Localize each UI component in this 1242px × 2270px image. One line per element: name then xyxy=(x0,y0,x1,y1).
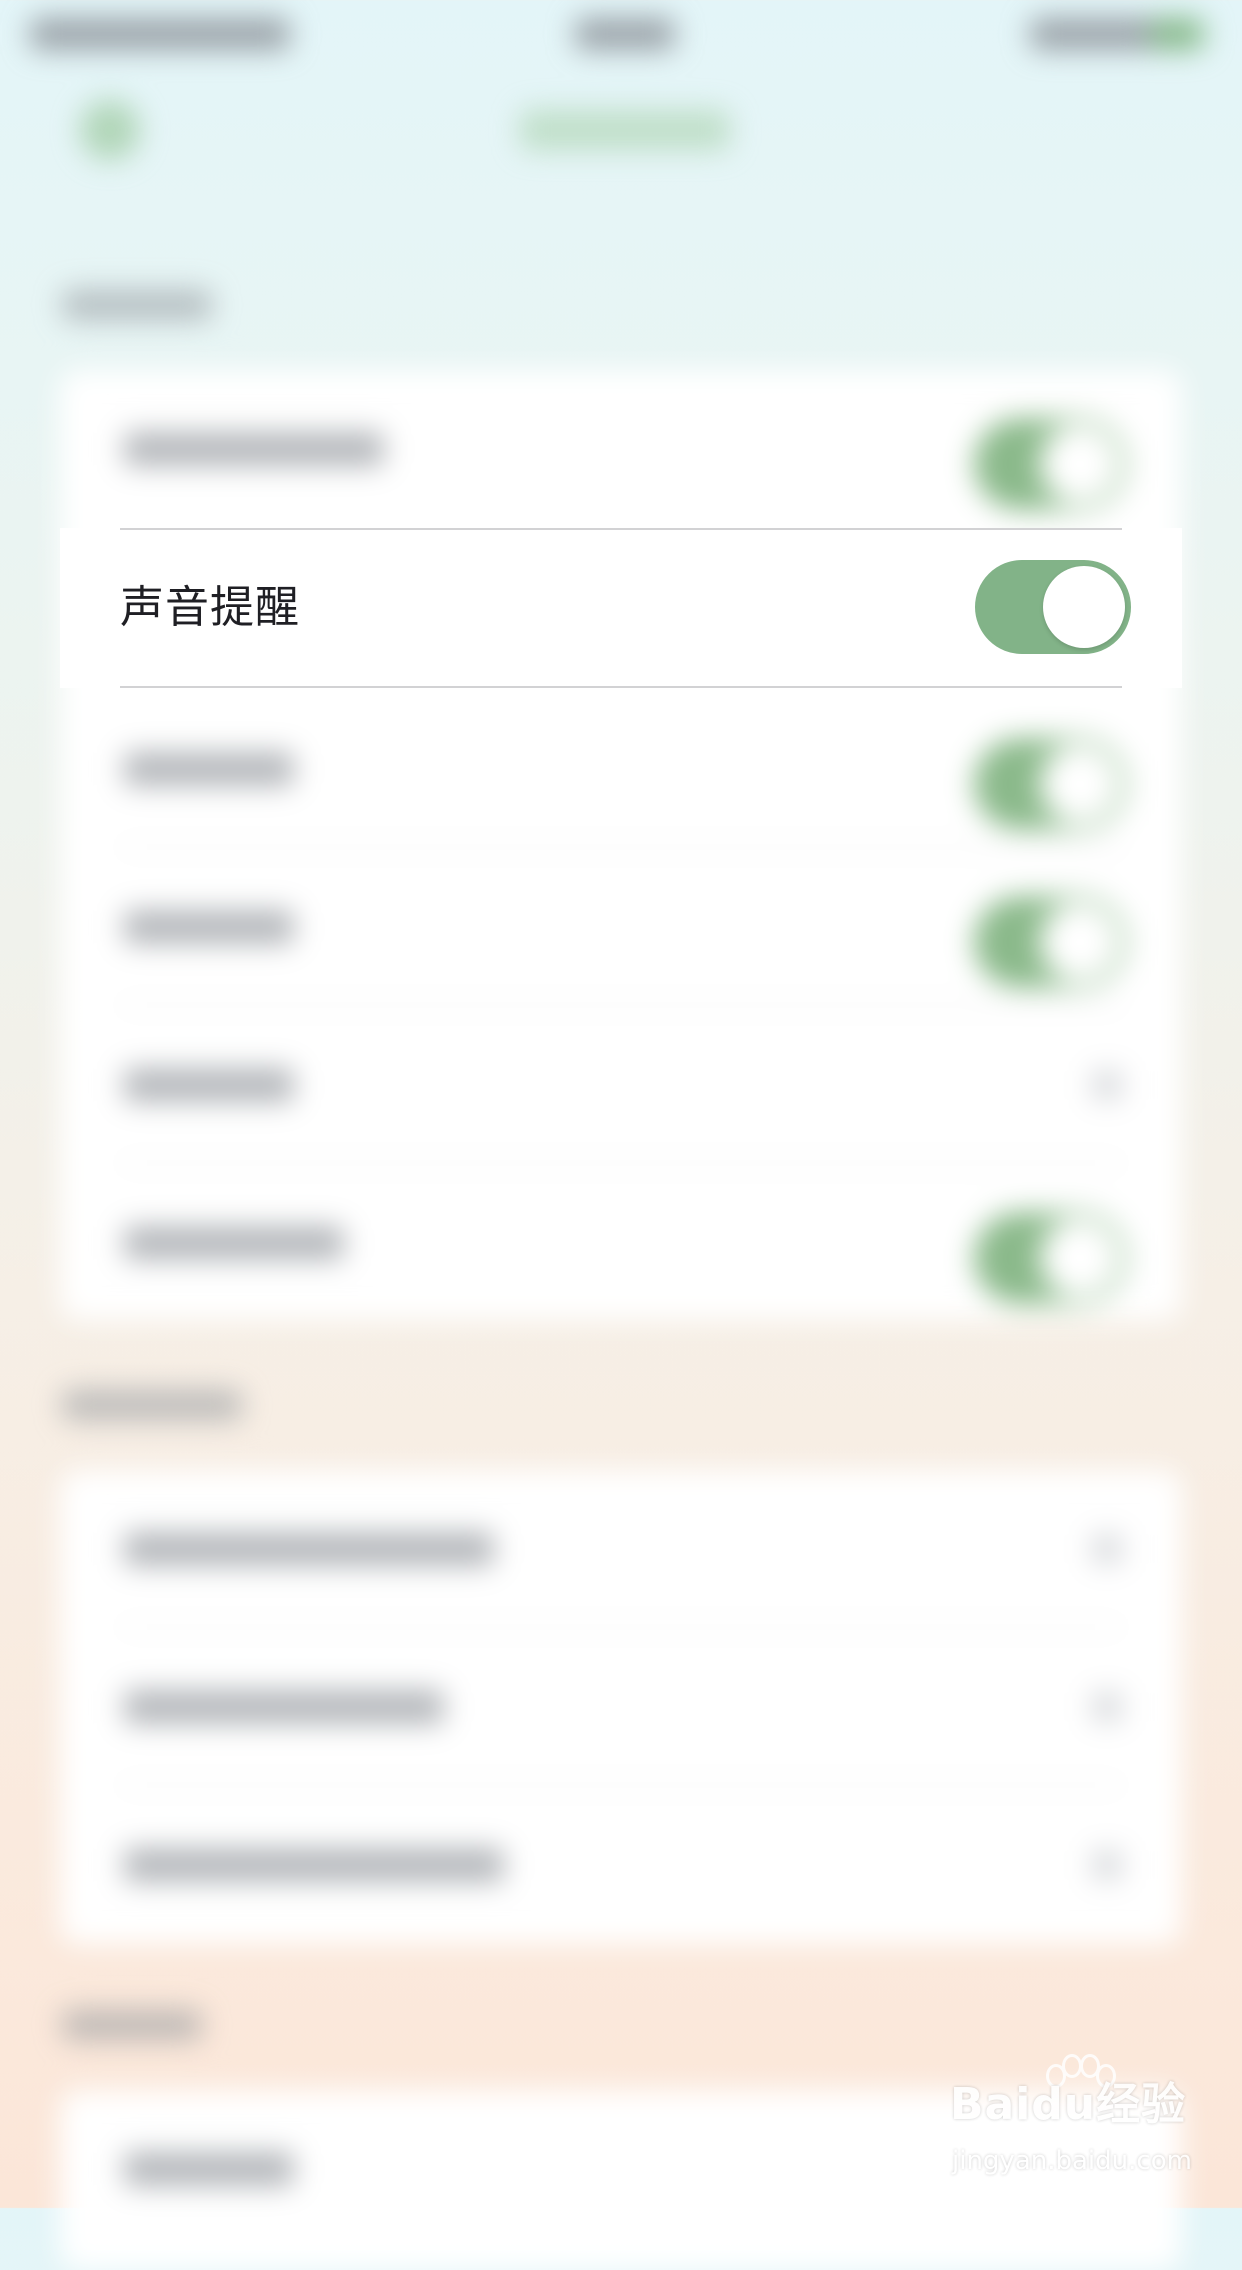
watermark-logo-text: Baidu经验 xyxy=(950,2079,1187,2130)
settings-card-1 xyxy=(60,370,1182,1320)
section-header-2 xyxy=(62,1390,242,1420)
watermark-url: jingyan.baidu.com xyxy=(952,2146,1192,2176)
settings-row xyxy=(60,848,1182,1006)
settings-row xyxy=(60,1006,1182,1164)
status-bar-time xyxy=(575,18,675,50)
baidu-jingyan-watermark: Baidu经验 jingyan.baidu.com xyxy=(950,2054,1192,2188)
sound-alert-row[interactable]: 声音提醒 xyxy=(60,528,1182,688)
toggle-knob[interactable] xyxy=(1043,566,1125,648)
status-bar-carrier xyxy=(30,18,290,50)
settings-row xyxy=(60,1628,1182,1786)
settings-row xyxy=(60,370,1182,528)
sound-alert-toggle[interactable] xyxy=(975,560,1131,654)
sound-alert-label: 声音提醒 xyxy=(120,582,300,633)
settings-row xyxy=(60,1164,1182,1322)
nav-title xyxy=(520,110,730,150)
row-divider-bottom xyxy=(120,686,1122,688)
settings-row xyxy=(60,1786,1182,1944)
row-divider-top xyxy=(120,528,1122,530)
section-header-1 xyxy=(62,290,212,320)
back-icon xyxy=(80,100,140,160)
settings-row xyxy=(60,1470,1182,1628)
battery-level-icon xyxy=(1150,18,1205,50)
section-header-3 xyxy=(62,2010,202,2040)
settings-row xyxy=(60,690,1182,848)
blurred-background xyxy=(0,0,1242,2270)
settings-card-2 xyxy=(60,1470,1182,1944)
